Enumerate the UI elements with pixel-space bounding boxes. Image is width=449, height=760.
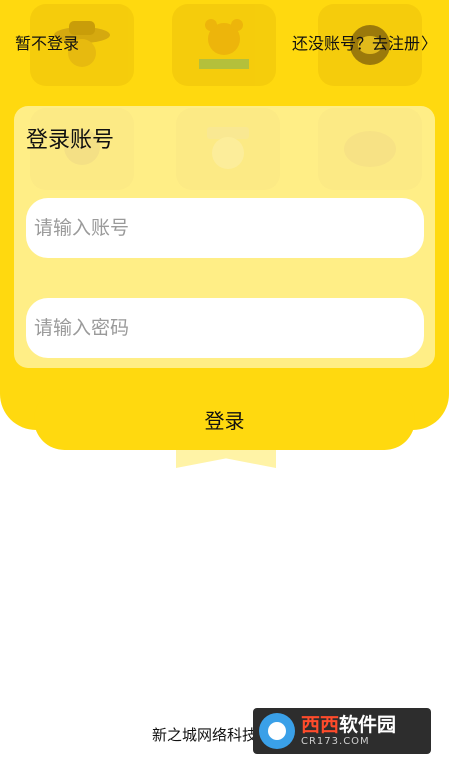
account-input[interactable] [26,217,424,239]
password-field[interactable] [26,298,424,358]
bear-character-icon [172,4,276,86]
watermark-logo-icon [259,713,295,749]
chevron-right-icon: 〉 [420,34,437,53]
watermark-url: CR173.COM [301,736,370,747]
watermark-brand-red: 西西 [301,714,340,736]
page-title: 登录账号 [26,128,115,153]
login-button[interactable]: 登录 [34,389,415,450]
watermark-brand-white: 软件园 [339,714,397,736]
skip-login-link[interactable]: 暂不登录 [15,30,79,54]
company-footer: 新之城网络科技 [152,726,258,744]
register-link[interactable]: 还没账号？去注册〉 [292,30,437,54]
register-label: 还没账号？去注册 [291,34,420,53]
account-field[interactable] [26,198,424,258]
password-input[interactable] [26,317,424,339]
watermark-badge: 西西软件园 CR173.COM [253,708,431,754]
